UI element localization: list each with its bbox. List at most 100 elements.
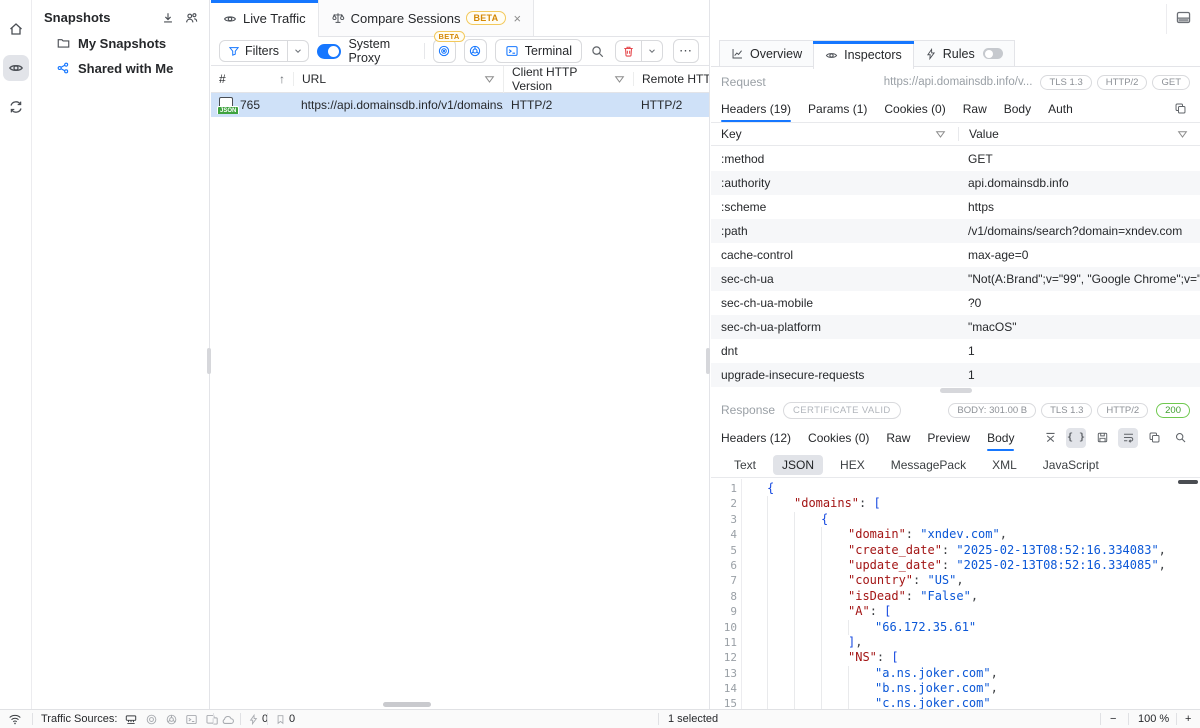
people-icon[interactable]: [184, 11, 199, 25]
header-row[interactable]: cache-controlmax-age=0: [711, 243, 1200, 267]
code-token: :: [870, 604, 884, 618]
request-tab-params-1-[interactable]: Params (1): [808, 95, 867, 122]
clear-traffic-button[interactable]: [615, 40, 642, 62]
header-row[interactable]: :methodGET: [711, 147, 1200, 171]
header-row[interactable]: sec-ch-ua-mobile?0: [711, 291, 1200, 315]
ellipsis-icon: ⋯: [679, 43, 693, 59]
eye-icon[interactable]: [3, 55, 29, 81]
prettify-icon[interactable]: [1040, 428, 1060, 448]
save-icon[interactable]: [1092, 428, 1112, 448]
target-icon[interactable]: [145, 713, 158, 726]
terminal-icon[interactable]: [185, 713, 198, 726]
close-icon[interactable]: ×: [514, 11, 522, 26]
format-tab-hex[interactable]: HEX: [831, 455, 874, 475]
record-traffic-button[interactable]: BETA: [433, 39, 456, 63]
filter-funnel-icon[interactable]: [484, 74, 495, 85]
sidebar-item-shared-with-me[interactable]: Shared with Me: [32, 56, 209, 81]
response-badge: TLS 1.3: [1041, 403, 1092, 418]
rules-toggle[interactable]: [983, 48, 1003, 59]
tab-inspectors[interactable]: Inspectors: [813, 40, 914, 69]
wifi-icon[interactable]: [8, 710, 22, 728]
table-row[interactable]: JSON765https://api.domainsdb.info/v1/dom…: [211, 93, 709, 117]
header-row[interactable]: upgrade-insecure-requests1: [711, 363, 1200, 387]
response-tab-raw[interactable]: Raw: [886, 424, 910, 451]
request-tab-auth[interactable]: Auth: [1048, 95, 1073, 122]
clear-dropdown-chevron[interactable]: [641, 40, 663, 62]
header-row[interactable]: dnt1: [711, 339, 1200, 363]
filters-dropdown-chevron[interactable]: [287, 40, 309, 62]
format-tab-text[interactable]: Text: [725, 455, 765, 475]
search-icon[interactable]: [590, 44, 605, 59]
column-header-url[interactable]: URL: [293, 72, 503, 86]
sidebar-item-my-snapshots[interactable]: My Snapshots: [32, 31, 209, 56]
tab-compare-sessions[interactable]: Compare Sessions BETA ×: [319, 0, 534, 36]
globe-icon: [468, 44, 482, 58]
zoom-out-button[interactable]: −: [1110, 710, 1116, 728]
download-icon[interactable]: [161, 11, 175, 25]
more-options-button[interactable]: ⋯: [673, 39, 699, 63]
request-tab-raw[interactable]: Raw: [963, 95, 987, 122]
filter-funnel-icon[interactable]: [935, 129, 946, 140]
response-tab-body[interactable]: Body: [987, 424, 1014, 451]
request-tab-cookies-0-[interactable]: Cookies (0): [884, 95, 945, 122]
layout-toggle-icon[interactable]: [1175, 9, 1192, 26]
terminal-button[interactable]: Terminal: [495, 39, 582, 63]
request-tab-headers-19-[interactable]: Headers (19): [721, 95, 791, 122]
bolt-counter[interactable]: 0: [248, 710, 268, 728]
format-tab-xml[interactable]: XML: [983, 455, 1026, 475]
chart-icon: [731, 47, 744, 60]
column-header-remote-http[interactable]: Remote HTTP Version: [633, 72, 709, 86]
header-row[interactable]: sec-ch-ua-platform"macOS": [711, 315, 1200, 339]
header-row[interactable]: sec-ch-ua"Not(A:Brand";v="99", "Google C…: [711, 267, 1200, 291]
value-column-header[interactable]: Value: [958, 127, 1200, 141]
indent-guide: [767, 589, 794, 604]
request-response-resize-handle[interactable]: [940, 388, 972, 393]
column-header-index[interactable]: # ↑: [211, 72, 293, 86]
response-tab-preview[interactable]: Preview: [927, 424, 970, 451]
wrap-icon[interactable]: [1118, 428, 1138, 448]
browser-capture-button[interactable]: [464, 39, 487, 63]
request-tabs: Headers (19) Params (1) Cookies (0) Raw Body…: [711, 95, 1200, 122]
format-tab-json[interactable]: JSON: [773, 455, 823, 475]
copy-icon[interactable]: [1144, 428, 1164, 448]
cloud-icon[interactable]: [221, 710, 235, 728]
sidebar-resize-handle[interactable]: [207, 348, 211, 374]
request-tab-body[interactable]: Body: [1004, 95, 1031, 122]
globe-icon[interactable]: [165, 713, 178, 726]
system-proxy-toggle[interactable]: [317, 44, 341, 59]
header-value: "macOS": [958, 320, 1200, 334]
indent-guide: [767, 527, 794, 542]
column-header-client-http[interactable]: Client HTTP Version: [503, 65, 633, 93]
code-token: "domains": [794, 496, 859, 510]
pin-counter[interactable]: 0: [275, 710, 295, 728]
response-tab-headers-12-[interactable]: Headers (12): [721, 424, 791, 451]
zoom-in-button[interactable]: +: [1185, 710, 1191, 728]
search-icon[interactable]: [1170, 428, 1190, 448]
panel-resize-handle[interactable]: [706, 348, 710, 374]
filter-funnel-icon[interactable]: [1177, 129, 1188, 140]
filters-button[interactable]: Filters: [219, 40, 288, 62]
header-row[interactable]: :path/v1/domains/search?domain=xndev.com: [711, 219, 1200, 243]
sync-arrows-icon[interactable]: [3, 94, 29, 120]
format-tab-javascript[interactable]: JavaScript: [1034, 455, 1108, 475]
terminal-label: Terminal: [525, 44, 572, 58]
tab-rules[interactable]: Rules: [913, 40, 1015, 66]
tab-live-traffic[interactable]: Live Traffic: [211, 0, 319, 37]
header-row[interactable]: :schemehttps: [711, 195, 1200, 219]
response-body-json-viewer[interactable]: 1{2"domains": [3{4"domain": "xndev.com",…: [711, 479, 1200, 710]
scrollbar-thumb[interactable]: [1178, 480, 1198, 484]
tab-overview[interactable]: Overview: [719, 40, 814, 66]
column-label: Key: [721, 127, 742, 141]
braces-icon[interactable]: { }: [1066, 428, 1086, 448]
format-tab-messagepack[interactable]: MessagePack: [882, 455, 975, 475]
header-row[interactable]: :authorityapi.domainsdb.info: [711, 171, 1200, 195]
response-tab-cookies-0-[interactable]: Cookies (0): [808, 424, 869, 451]
code-token: ,: [1159, 558, 1166, 572]
network-icon[interactable]: [124, 713, 138, 726]
horizontal-scrollbar-thumb[interactable]: [383, 702, 431, 707]
home-icon[interactable]: [3, 16, 29, 42]
key-column-header[interactable]: Key: [711, 127, 958, 141]
filter-funnel-icon[interactable]: [614, 74, 625, 85]
copy-icon[interactable]: [1170, 99, 1190, 119]
zoom-level[interactable]: 100 %: [1138, 710, 1169, 728]
